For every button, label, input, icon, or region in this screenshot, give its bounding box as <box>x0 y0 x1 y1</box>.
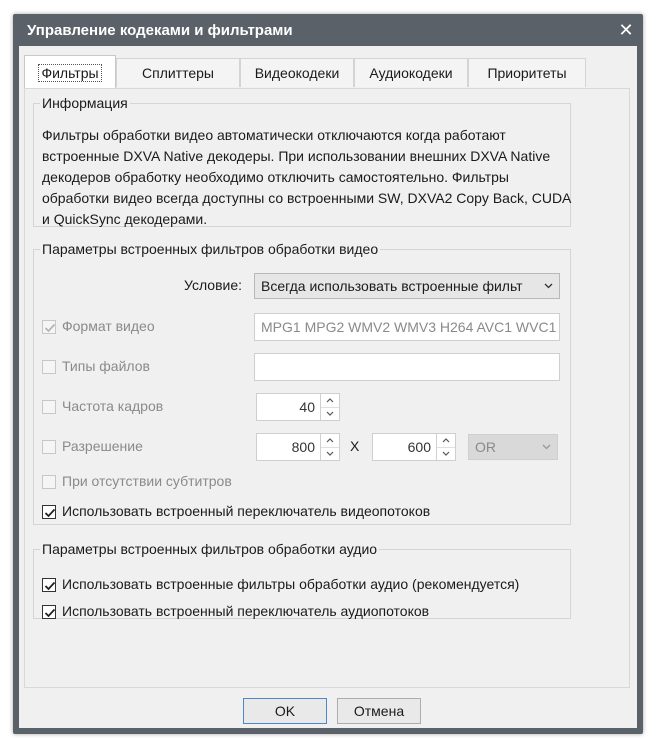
audio-filters-label: Использовать встроенные фильтры обработк… <box>62 576 520 592</box>
cancel-button[interactable]: Отмена <box>337 698 421 724</box>
resolution-x-label: X <box>350 438 360 454</box>
frame-rate-stepper[interactable]: 40 <box>256 393 340 421</box>
chevron-down-icon <box>326 411 334 416</box>
chevron-up-icon <box>442 438 450 443</box>
file-types-input[interactable] <box>254 353 560 381</box>
stepper-down-button[interactable] <box>321 407 339 420</box>
ok-button[interactable]: OK <box>243 698 327 724</box>
check-icon <box>44 581 56 591</box>
resolution-height-value: 600 <box>407 439 431 455</box>
resolution-height-stepper[interactable]: 600 <box>372 433 456 461</box>
stepper-down-button[interactable] <box>321 447 339 460</box>
video-filters-legend: Параметры встроенных фильтров обработки … <box>42 241 379 257</box>
stepper-arrows <box>436 434 455 460</box>
tab-audio-codecs[interactable]: Аудиокодеки <box>354 58 468 87</box>
video-format-label: Формат видео <box>62 318 155 334</box>
resolution-label: Разрешение <box>62 438 143 454</box>
tab-filters[interactable]: Фильтры <box>24 55 116 88</box>
resolution-checkbox[interactable] <box>42 440 56 454</box>
condition-label: Условие: <box>184 277 243 293</box>
check-icon <box>44 508 56 518</box>
stepper-up-button[interactable] <box>437 434 455 448</box>
resolution-operator-select[interactable]: OR <box>468 434 558 460</box>
video-format-checkbox[interactable] <box>42 320 56 334</box>
chevron-down-icon <box>442 451 450 456</box>
stepper-down-button[interactable] <box>437 447 455 460</box>
video-filters-group: Параметры встроенных фильтров обработки … <box>33 241 571 525</box>
close-icon: ✕ <box>618 20 634 40</box>
no-subtitles-checkbox[interactable] <box>42 475 56 489</box>
resolution-operator-value: OR <box>475 439 496 455</box>
check-icon <box>44 323 56 333</box>
filters-panel: Информация Фильтры обработки видео автом… <box>24 88 630 688</box>
audio-filters-legend: Параметры встроенных фильтров обработки … <box>42 541 378 557</box>
frame-rate-label: Частота кадров <box>62 398 164 414</box>
stepper-arrows <box>320 394 339 420</box>
resolution-width-value: 800 <box>291 439 315 455</box>
audio-filters-group: Параметры встроенных фильтров обработки … <box>33 541 571 619</box>
audio-switcher-label: Использовать встроенный переключатель ау… <box>62 603 430 619</box>
condition-select[interactable]: Всегда использовать встроенные фильт <box>254 273 560 299</box>
info-text: Фильтры обработки видео автоматически от… <box>42 127 571 227</box>
tab-splitters[interactable]: Сплиттеры <box>116 58 240 87</box>
frame-rate-value: 40 <box>299 399 315 415</box>
title-bar[interactable]: Управление кодеками и фильтрами ✕ <box>13 14 643 46</box>
check-icon <box>44 608 56 618</box>
chevron-down-icon <box>544 283 553 289</box>
dialog-client: Фильтры Сплиттеры Видеокодеки Аудиокодек… <box>19 46 637 728</box>
stepper-up-button[interactable] <box>321 434 339 448</box>
window-title: Управление кодеками и фильтрами <box>27 22 293 39</box>
video-switcher-label: Использовать встроенный переключатель ви… <box>62 503 431 519</box>
audio-switcher-checkbox[interactable] <box>42 605 56 619</box>
tab-priorities[interactable]: Приоритеты <box>468 58 586 87</box>
resolution-width-stepper[interactable]: 800 <box>256 433 340 461</box>
stepper-arrows <box>320 434 339 460</box>
chevron-up-icon <box>326 398 334 403</box>
dialog-window: Управление кодеками и фильтрами ✕ Фильтр… <box>13 14 643 734</box>
button-bar: OK Отмена <box>19 692 637 728</box>
audio-filters-checkbox[interactable] <box>42 578 56 592</box>
file-types-checkbox[interactable] <box>42 360 56 374</box>
frame-rate-checkbox[interactable] <box>42 400 56 414</box>
stepper-up-button[interactable] <box>321 394 339 408</box>
file-types-label: Типы файлов <box>62 358 150 374</box>
condition-value: Всегда использовать встроенные фильт <box>261 278 523 294</box>
info-legend: Информация <box>42 95 128 111</box>
close-button[interactable]: ✕ <box>615 19 637 41</box>
info-group: Информация Фильтры обработки видео автом… <box>33 95 571 227</box>
tab-video-codecs[interactable]: Видеокодеки <box>240 58 354 87</box>
chevron-down-icon <box>542 444 551 450</box>
video-switcher-checkbox[interactable] <box>42 505 56 519</box>
chevron-up-icon <box>326 438 334 443</box>
no-subtitles-label: При отсутствии субтитров <box>62 473 232 489</box>
tab-strip: Фильтры Сплиттеры Видеокодеки Аудиокодек… <box>24 55 632 88</box>
chevron-down-icon <box>326 451 334 456</box>
video-format-input[interactable]: MPG1 MPG2 WMV2 WMV3 H264 AVC1 WVC1 <box>254 313 560 341</box>
